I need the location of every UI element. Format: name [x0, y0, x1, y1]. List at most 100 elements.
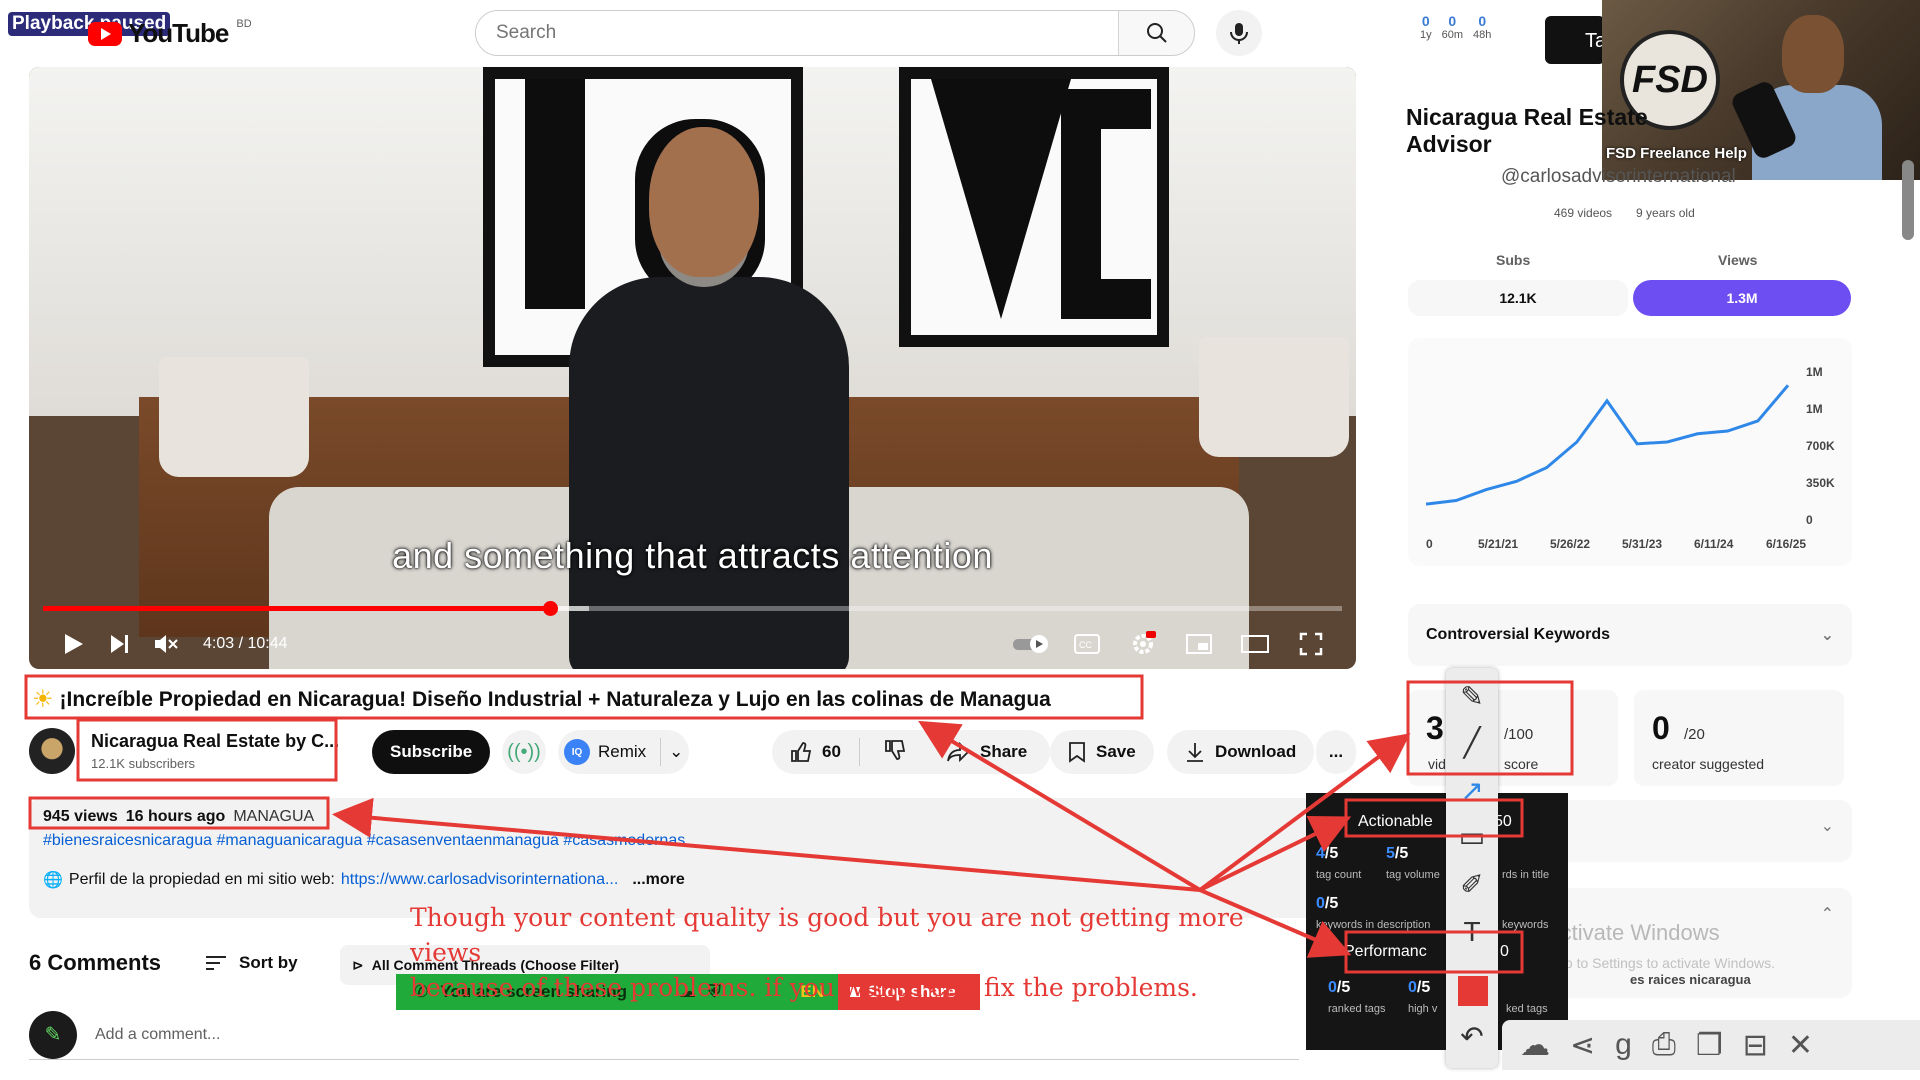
chevron-down-icon: ⌄: [1820, 627, 1834, 644]
stat-60m: 0 60m: [1441, 13, 1464, 41]
chevron-down-icon[interactable]: ⌄: [669, 742, 683, 762]
high-volume-den: /5: [1416, 979, 1431, 996]
remix-label: Remix: [598, 742, 647, 761]
theater-button[interactable]: [1232, 624, 1278, 664]
search-icon: [1146, 23, 1167, 43]
mute-button[interactable]: [143, 624, 189, 664]
cloud-upload-icon[interactable]: ☁: [1520, 1028, 1550, 1063]
remix-button[interactable]: IQ Remix ⌄: [558, 730, 690, 774]
notifications-button[interactable]: ((•)): [502, 730, 546, 774]
more-actions-button[interactable]: ...: [1316, 730, 1356, 774]
annotation-toolbar: ✎ ╱ ↗ ▭ ✐ T ↶: [1446, 668, 1498, 1068]
channel-avatar[interactable]: [29, 728, 75, 774]
views-tab[interactable]: 1.3M: [1633, 280, 1851, 316]
ranked-tags-den: /5: [1336, 979, 1351, 996]
description-line: Perfil de la propiedad en mi sitio web:: [68, 871, 335, 888]
progress-bar[interactable]: [43, 601, 1342, 616]
print-icon[interactable]: ⎙: [1652, 1028, 1676, 1062]
channel-name[interactable]: Nicaragua Real Estate by C...: [91, 731, 341, 752]
wall-art-right: [899, 67, 1169, 347]
comments-count: 6 Comments: [29, 950, 162, 975]
subscribe-button[interactable]: Subscribe: [372, 730, 491, 774]
close-icon[interactable]: ✕: [1788, 1028, 1813, 1063]
time-display: 4:03 / 10:44: [203, 635, 288, 652]
hashtags[interactable]: #bienesraicesnicaragua #managuanicaragua…: [43, 832, 1342, 850]
chevron-up-icon: ⌃: [1820, 906, 1834, 923]
search-button[interactable]: [1118, 11, 1194, 55]
save-icon[interactable]: ⊟: [1743, 1028, 1768, 1063]
fullscreen-button[interactable]: [1288, 624, 1334, 664]
undo-icon[interactable]: ↶: [1454, 1018, 1490, 1054]
sort-button[interactable]: Sort by: [205, 953, 298, 973]
video-caption: and something that attracts attention: [392, 535, 993, 576]
y-tick-label: 700K: [1806, 439, 1835, 453]
svg-text:CC: CC: [1079, 640, 1092, 650]
high-volume-caption: high v: [1408, 1003, 1438, 1015]
desc-keywords-den: /5: [1324, 895, 1339, 912]
download-button[interactable]: Download: [1167, 730, 1315, 774]
add-comment-input[interactable]: Add a comment...: [95, 1026, 220, 1044]
google-search-icon[interactable]: g: [1615, 1028, 1632, 1062]
iq-badge-icon: IQ: [564, 739, 590, 765]
video-title: ☀ ¡Increíble Propiedad en Nicaragua! Dis…: [32, 685, 1051, 714]
miniplayer-button[interactable]: [1176, 624, 1222, 664]
captions-button[interactable]: CC: [1064, 624, 1110, 664]
sort-label: Sort by: [239, 953, 298, 972]
arrow-tool-icon[interactable]: ↗: [1454, 772, 1490, 808]
controversial-keywords-section[interactable]: Controversial Keywords ⌄: [1408, 604, 1852, 666]
voice-search-button[interactable]: [1216, 10, 1262, 56]
sort-icon: [206, 956, 226, 970]
subs-tab[interactable]: 12.1K: [1408, 280, 1628, 316]
line-tool-icon[interactable]: ╱: [1454, 724, 1490, 760]
x-tick-label: 6/11/24: [1694, 537, 1734, 551]
video-player[interactable]: and something that attracts attention 4:…: [29, 67, 1356, 669]
thumbs-up-icon: [791, 742, 812, 762]
fullscreen-icon: [1299, 632, 1323, 656]
views-chart-svg: 0 5/21/21 5/26/22 5/31/23 6/11/24 6/16/250350…: [1425, 365, 1835, 551]
bookmark-icon: [1069, 742, 1085, 763]
show-more-button[interactable]: ...more: [632, 871, 684, 889]
ranked-tags-caption: ranked tags: [1328, 1003, 1386, 1015]
share-icon[interactable]: ⋖: [1570, 1028, 1595, 1063]
youtube-logo[interactable]: YouTube BD: [88, 18, 252, 49]
views-label: Views: [1718, 252, 1758, 268]
performance-label: Performanc: [1344, 943, 1427, 960]
like-button[interactable]: 60: [772, 738, 860, 766]
freehand-pen-icon[interactable]: ✎: [1454, 678, 1490, 714]
subs-label: Subs: [1496, 252, 1531, 268]
y-tick-label: 1M: [1806, 402, 1823, 416]
youtube-wordmark: YouTube: [128, 18, 229, 48]
color-swatch[interactable]: [1458, 976, 1488, 1006]
header-dark-button[interactable]: Ta: [1545, 16, 1605, 64]
desc-keywords-value: 0: [1316, 895, 1325, 912]
scrubber-handle[interactable]: [542, 601, 558, 616]
next-icon: [111, 635, 128, 653]
next-button[interactable]: [97, 624, 143, 664]
extension-stats: 0 1y 0 60m 0 48h: [1420, 14, 1491, 42]
channel-info[interactable]: Nicaragua Real Estate by C... 12.1K subs…: [29, 728, 341, 774]
share-button[interactable]: Share: [928, 730, 1046, 774]
played-bar: [43, 606, 550, 611]
save-button[interactable]: Save: [1050, 730, 1154, 774]
dislike-button[interactable]: [870, 739, 920, 766]
x-tick-label: 5/26/22: [1550, 537, 1590, 551]
performance-score: 0: [1500, 943, 1509, 960]
channel-handle[interactable]: @carlosadvisorinternational: [1501, 166, 1736, 188]
save-label: Save: [1096, 742, 1136, 761]
text-tool-icon[interactable]: T: [1454, 914, 1490, 950]
search-input[interactable]: [476, 11, 1118, 55]
x-tick-label: 5/31/23: [1622, 537, 1662, 551]
autoplay-toggle[interactable]: [1008, 624, 1054, 664]
settings-button[interactable]: [1120, 624, 1166, 664]
highlighter-icon[interactable]: ✐: [1454, 866, 1490, 902]
scrollbar-thumb[interactable]: [1902, 160, 1914, 240]
country-code: BD: [236, 18, 252, 30]
tag-count-caption: tag count: [1316, 869, 1362, 881]
location[interactable]: MANAGUA: [233, 808, 314, 826]
rectangle-tool-icon[interactable]: ▭: [1454, 818, 1490, 854]
play-button[interactable]: [51, 624, 97, 664]
stat-1y: 0 1y: [1420, 13, 1432, 41]
muted-speaker-icon: [155, 635, 178, 653]
copy-icon[interactable]: ❐: [1696, 1028, 1723, 1063]
website-link[interactable]: https://www.carlosadvisorinternationa...: [341, 871, 618, 889]
